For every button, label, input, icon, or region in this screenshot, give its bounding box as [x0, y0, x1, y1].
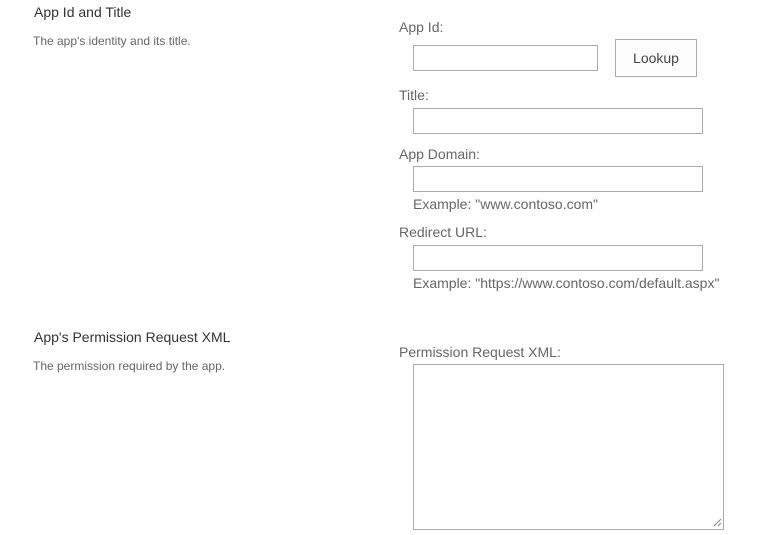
redirect-url-example: Example: "https://www.contoso.com/defaul… [413, 275, 720, 291]
resize-grip-icon[interactable] [713, 518, 722, 527]
permission-request-xml-textarea[interactable] [413, 364, 724, 530]
title-input[interactable] [413, 108, 703, 134]
lookup-button[interactable]: Lookup [615, 39, 697, 77]
app-domain-example: Example: "www.contoso.com" [413, 196, 599, 212]
redirect-url-label: Redirect URL: [399, 224, 487, 240]
permission-request-xml-label: Permission Request XML: [399, 344, 561, 360]
app-domain-label: App Domain: [399, 146, 480, 162]
app-id-label: App Id: [399, 19, 444, 35]
app-domain-input[interactable] [413, 166, 703, 192]
section-title-permission-request-xml: App's Permission Request XML [34, 329, 231, 345]
redirect-url-input[interactable] [413, 245, 703, 271]
title-label: Title: [399, 87, 429, 103]
app-id-input[interactable] [413, 45, 598, 71]
section-title-app-id-and-title: App Id and Title [34, 4, 132, 20]
section-description-permission: The permission required by the app. [33, 359, 226, 373]
section-description-app-identity: The app's identity and its title. [33, 34, 191, 48]
